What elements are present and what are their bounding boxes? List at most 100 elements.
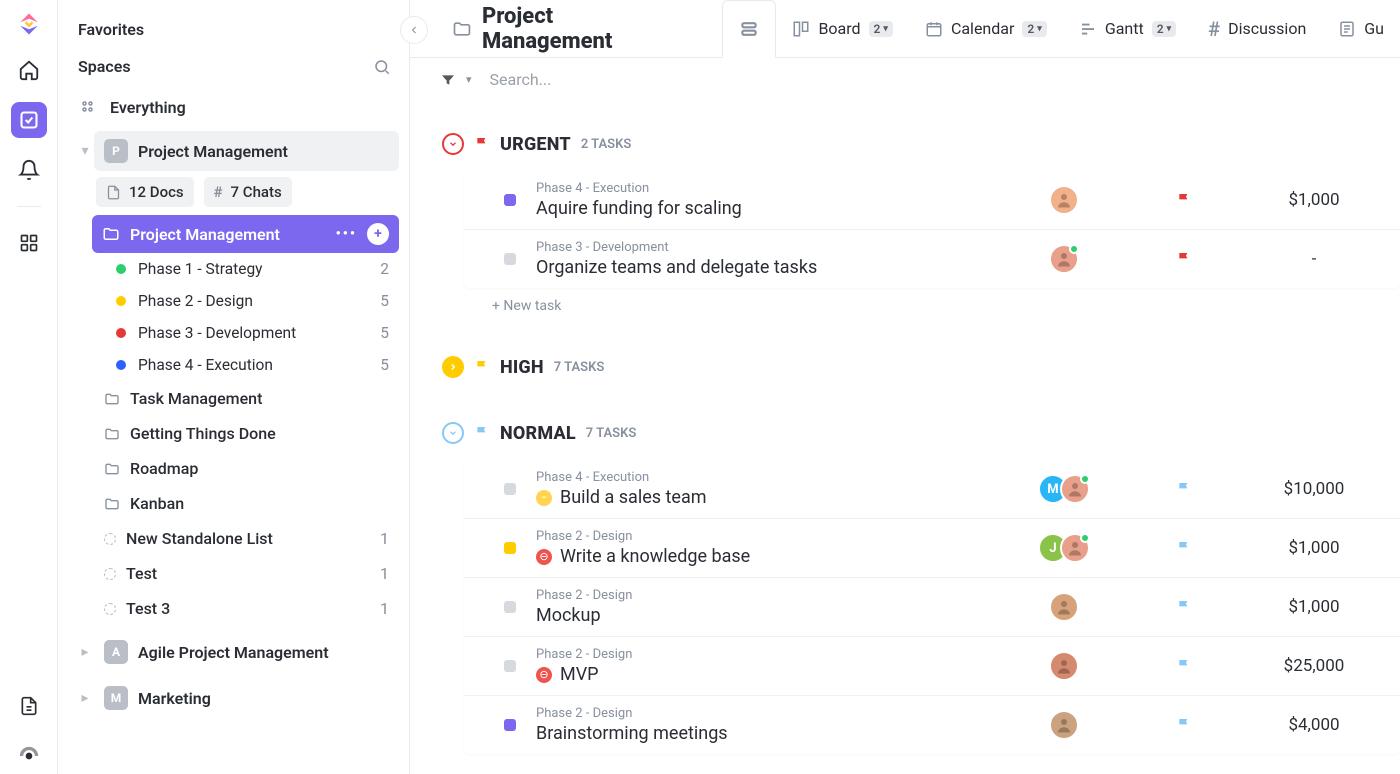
status-indicator[interactable] (504, 483, 516, 495)
everything-item[interactable]: Everything (78, 88, 399, 131)
add-icon[interactable]: + (367, 223, 389, 245)
sidebar-list-item[interactable]: New Standalone List 1 (78, 521, 399, 556)
sidebar-folder-item[interactable]: Task Management (78, 381, 399, 416)
task-priority[interactable] (1124, 599, 1244, 615)
group-toggle[interactable] (442, 133, 464, 155)
space-chip: M (104, 686, 128, 710)
task-row[interactable]: Phase 3 - Development Organize teams and… (464, 229, 1400, 288)
avatar[interactable] (1060, 474, 1090, 504)
task-priority[interactable] (1124, 251, 1244, 267)
list-icon (104, 568, 116, 580)
filter-icon[interactable] (440, 72, 456, 88)
folder-icon (104, 496, 120, 512)
hash-icon: # (1208, 17, 1220, 41)
task-row[interactable]: Phase 2 - Design ⊖ MVP $25,000 (464, 636, 1400, 695)
new-task-button[interactable]: + New task (436, 288, 1400, 322)
sidebar-list-item[interactable]: Test 1 (78, 556, 399, 591)
group-toggle[interactable] (442, 422, 464, 444)
docs-icon[interactable] (11, 688, 47, 724)
task-row[interactable]: Phase 2 - Design ⊖ Write a knowledge bas… (464, 518, 1400, 577)
task-assignees[interactable] (1004, 651, 1124, 681)
apps-icon[interactable] (11, 225, 47, 261)
status-dot (116, 264, 126, 274)
task-row[interactable]: Phase 2 - Design Mockup $1,000 (464, 577, 1400, 636)
sidebar-list-item[interactable]: Phase 3 - Development 5 (78, 317, 399, 349)
status-dot (116, 328, 126, 338)
task-assignees[interactable]: J (1004, 533, 1124, 563)
task-assignees[interactable] (1004, 592, 1124, 622)
task-row[interactable]: Phase 2 - Design Brainstorming meetings … (464, 695, 1400, 754)
task-priority[interactable] (1124, 192, 1244, 208)
status-indicator[interactable] (504, 719, 516, 731)
list-count: 1 (380, 599, 389, 618)
sidebar-folder-item[interactable]: Roadmap (78, 451, 399, 486)
avatar[interactable] (1049, 592, 1079, 622)
task-list-label: Phase 2 - Design (536, 647, 1004, 662)
folder-project-management[interactable]: Project Management ••• + (92, 215, 399, 253)
group-header-normal[interactable]: NORMAL 7 TASKS (436, 416, 1400, 454)
task-row[interactable]: Phase 4 - Execution Aquire funding for s… (464, 171, 1400, 229)
task-assignees[interactable] (1004, 185, 1124, 215)
tasks-icon[interactable] (11, 102, 47, 138)
chats-badge[interactable]: # 7 Chats (204, 177, 292, 207)
avatar[interactable] (1049, 651, 1079, 681)
avatar[interactable] (1060, 533, 1090, 563)
breadcrumb[interactable]: Project Management (452, 4, 688, 54)
group-count: 7 TASKS (586, 426, 636, 441)
task-assignees[interactable]: M (1004, 474, 1124, 504)
sidebar-list-item[interactable]: Phase 4 - Execution 5 (78, 349, 399, 381)
sidebar-folder-item[interactable]: Getting Things Done (78, 416, 399, 451)
record-icon[interactable] (11, 738, 47, 774)
space-project-management[interactable]: P Project Management (94, 131, 399, 171)
chevron-right-icon[interactable]: ▸ (78, 644, 92, 660)
task-priority[interactable] (1124, 717, 1244, 733)
task-priority[interactable] (1124, 658, 1244, 674)
sidebar-list-item[interactable]: Test 3 1 (78, 591, 399, 626)
view-tab-discussion[interactable]: #Discussion (1192, 0, 1322, 57)
task-assignees[interactable] (1004, 244, 1124, 274)
flag-icon (474, 425, 490, 441)
view-tab-gu[interactable]: Gu (1322, 0, 1400, 57)
avatar[interactable] (1049, 185, 1079, 215)
view-tab-calendar[interactable]: Calendar2 ▾ (909, 0, 1063, 57)
more-icon[interactable]: ••• (336, 226, 357, 242)
task-assignees[interactable] (1004, 710, 1124, 740)
sidebar-list-item[interactable]: Phase 1 - Strategy 2 (78, 253, 399, 285)
task-priority[interactable] (1124, 540, 1244, 556)
status-indicator[interactable] (504, 660, 516, 672)
folder-icon (104, 391, 120, 407)
task-priority[interactable] (1124, 481, 1244, 497)
notifications-icon[interactable] (11, 152, 47, 188)
group-header-high[interactable]: HIGH 7 TASKS (436, 350, 1400, 388)
task-name: − Build a sales team (536, 487, 1004, 508)
search-input[interactable]: Search... (490, 70, 552, 89)
status-dot (116, 296, 126, 306)
space-item[interactable]: M Marketing (94, 678, 399, 718)
search-icon[interactable] (373, 58, 391, 76)
view-tab-board[interactable]: Board2 ▾ (776, 0, 908, 57)
status-indicator[interactable] (504, 194, 516, 206)
status-indicator[interactable] (504, 253, 516, 265)
docs-badge[interactable]: 12 Docs (96, 177, 194, 207)
chevron-down-icon[interactable]: ▾ (466, 73, 472, 86)
avatar[interactable] (1049, 710, 1079, 740)
view-tab-list[interactable] (722, 0, 776, 58)
avatar[interactable] (1049, 244, 1079, 274)
chevron-right-icon[interactable]: ▸ (78, 690, 92, 706)
status-indicator[interactable] (504, 542, 516, 554)
view-tab-gantt[interactable]: Gantt2 ▾ (1063, 0, 1192, 57)
logo-icon[interactable] (15, 10, 43, 38)
space-item[interactable]: A Agile Project Management (94, 632, 399, 672)
sidebar-folder-item[interactable]: Kanban (78, 486, 399, 521)
collapse-sidebar-button[interactable] (400, 16, 428, 44)
chevron-down-icon[interactable]: ▾ (78, 143, 92, 159)
task-row[interactable]: Phase 4 - Execution − Build a sales team… (464, 460, 1400, 518)
status-indicator[interactable] (504, 601, 516, 613)
group-toggle[interactable] (442, 356, 464, 378)
spaces-label[interactable]: Spaces (78, 57, 131, 76)
home-icon[interactable] (11, 52, 47, 88)
calendar-icon (925, 20, 943, 38)
group-header-urgent[interactable]: URGENT 2 TASKS (436, 127, 1400, 165)
favorites-heading[interactable]: Favorites (78, 14, 399, 51)
sidebar-list-item[interactable]: Phase 2 - Design 5 (78, 285, 399, 317)
